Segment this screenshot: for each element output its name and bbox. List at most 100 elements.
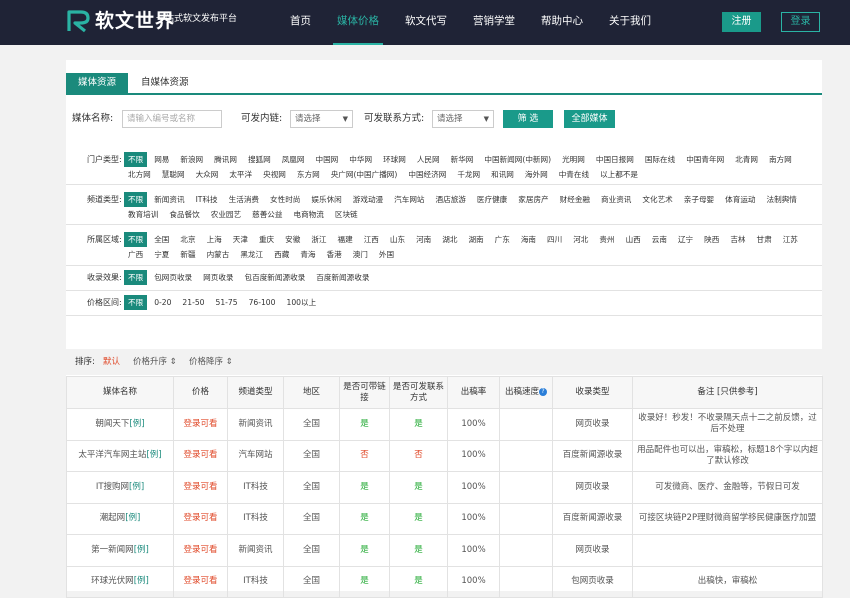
filter-option[interactable]: 包网页收录 xyxy=(150,270,196,285)
filter-option[interactable]: IT科技 xyxy=(192,192,222,207)
filter-option[interactable]: 亲子母婴 xyxy=(680,192,718,207)
filter-option[interactable]: 光明网 xyxy=(558,152,589,167)
login-button[interactable]: 登录 xyxy=(781,12,820,32)
filter-option[interactable]: 慧聪网 xyxy=(158,167,189,182)
filter-option[interactable]: 南方网 xyxy=(765,152,796,167)
filter-option[interactable]: 商业资讯 xyxy=(597,192,635,207)
price-cell[interactable]: 登录可看 xyxy=(173,408,228,441)
filter-option[interactable]: 搜狐网 xyxy=(244,152,275,167)
filter-option[interactable]: 陕西 xyxy=(700,232,723,247)
filter-option[interactable]: 0-20 xyxy=(150,295,175,310)
example-link[interactable]: [例] xyxy=(146,450,161,460)
help-icon[interactable]: ? xyxy=(539,387,547,396)
price-cell[interactable]: 登录可看 xyxy=(173,471,228,504)
table-row[interactable]: 环球光伏网[例] 登录可看 IT科技 全国是是 100% 包网页收录 出稿快，审稿松 xyxy=(66,565,823,598)
media-name-input[interactable]: 请输入编号或名称 xyxy=(122,110,222,128)
filter-option[interactable]: 新华网 xyxy=(447,152,478,167)
filter-option[interactable]: 贵州 xyxy=(595,232,618,247)
link-select[interactable]: 请选择 ▼ xyxy=(290,110,353,128)
price-cell[interactable]: 登录可看 xyxy=(173,534,228,567)
filter-button[interactable]: 筛 选 xyxy=(503,110,553,128)
filter-option[interactable]: 海南 xyxy=(517,232,540,247)
register-button[interactable]: 注册 xyxy=(722,12,761,32)
filter-option[interactable]: 慈善公益 xyxy=(248,207,286,222)
filter-option[interactable]: 黑龙江 xyxy=(236,247,267,262)
filter-option[interactable]: 北京 xyxy=(176,232,199,247)
filter-option[interactable]: 大众网 xyxy=(192,167,223,182)
nav-item[interactable]: 软文代写 xyxy=(401,0,451,45)
sort-default[interactable]: 默认 xyxy=(103,349,120,375)
filter-option[interactable]: 76-100 xyxy=(245,295,280,310)
filter-option[interactable]: 福建 xyxy=(334,232,357,247)
filter-option[interactable]: 网页收录 xyxy=(199,270,237,285)
filter-option[interactable]: 娱乐休闲 xyxy=(307,192,345,207)
all-media-button[interactable]: 全部媒体 xyxy=(564,110,615,128)
filter-option[interactable]: 女性时尚 xyxy=(266,192,304,207)
price-cell[interactable]: 登录可看 xyxy=(173,439,228,472)
filter-option[interactable]: 湖北 xyxy=(438,232,461,247)
filter-option[interactable]: 东方网 xyxy=(293,167,324,182)
filter-option[interactable]: 北方网 xyxy=(124,167,155,182)
filter-option[interactable]: 浙江 xyxy=(307,232,330,247)
filter-option[interactable]: 全国 xyxy=(150,232,173,247)
filter-option[interactable]: 河南 xyxy=(412,232,435,247)
filter-option[interactable]: 中国新闻网(中新网) xyxy=(480,152,555,167)
filter-option[interactable]: 100以上 xyxy=(282,295,320,310)
filter-option[interactable]: 51-75 xyxy=(212,295,242,310)
logo-icon[interactable] xyxy=(66,9,92,33)
filter-option[interactable]: 21-50 xyxy=(178,295,208,310)
filter-option[interactable]: 湖南 xyxy=(464,232,487,247)
nav-item[interactable]: 媒体价格 xyxy=(333,0,383,45)
filter-option[interactable]: 人民网 xyxy=(413,152,444,167)
example-link[interactable]: [例] xyxy=(134,545,149,555)
filter-option[interactable]: 农业园艺 xyxy=(207,207,245,222)
sort-price-asc[interactable]: 价格升序 ⇕ xyxy=(133,349,177,375)
filter-option[interactable]: 和讯网 xyxy=(487,167,518,182)
tab-media-resources[interactable]: 媒体资源 xyxy=(66,73,129,93)
filter-option[interactable]: 酒店旅游 xyxy=(432,192,470,207)
filter-option[interactable]: 不限 xyxy=(124,232,148,247)
media-name[interactable]: 太平洋汽车网主站 xyxy=(78,450,146,460)
filter-option[interactable]: 央广网(中国广播网) xyxy=(327,167,402,182)
filter-option[interactable]: 山西 xyxy=(622,232,645,247)
filter-option[interactable]: 区块链 xyxy=(331,207,362,222)
filter-option[interactable]: 西藏 xyxy=(270,247,293,262)
filter-option[interactable]: 宁夏 xyxy=(150,247,173,262)
filter-option[interactable]: 太平洋 xyxy=(225,167,256,182)
filter-option[interactable]: 游戏动漫 xyxy=(349,192,387,207)
table-row[interactable]: 太平洋汽车网主站[例] 登录可看 汽车网站 全国否否 100% 百度新闻源收录 用品配件也可… xyxy=(66,439,823,472)
nav-item[interactable]: 关于我们 xyxy=(605,0,655,45)
filter-option[interactable]: 千龙网 xyxy=(453,167,484,182)
filter-option[interactable]: 不限 xyxy=(124,192,148,207)
filter-option[interactable]: 青海 xyxy=(296,247,319,262)
filter-option[interactable]: 汽车网站 xyxy=(390,192,428,207)
filter-option[interactable]: 外国 xyxy=(375,247,398,262)
filter-option[interactable]: 新浪网 xyxy=(176,152,207,167)
filter-option[interactable]: 包百度新闻源收录 xyxy=(241,270,310,285)
filter-option[interactable]: 以上都不是 xyxy=(596,167,642,182)
filter-option[interactable]: 澳门 xyxy=(349,247,372,262)
filter-option[interactable]: 中华网 xyxy=(345,152,376,167)
filter-option[interactable]: 文化艺术 xyxy=(638,192,676,207)
filter-option[interactable]: 凤凰网 xyxy=(278,152,309,167)
filter-option[interactable]: 辽宁 xyxy=(674,232,697,247)
filter-option[interactable]: 食品餐饮 xyxy=(165,207,203,222)
filter-option[interactable]: 北青网 xyxy=(731,152,762,167)
filter-option[interactable]: 体育运动 xyxy=(721,192,759,207)
filter-option[interactable]: 中国网 xyxy=(312,152,343,167)
filter-option[interactable]: 广西 xyxy=(124,247,147,262)
filter-option[interactable]: 上海 xyxy=(203,232,226,247)
filter-option[interactable]: 环球网 xyxy=(379,152,410,167)
filter-option[interactable]: 四川 xyxy=(543,232,566,247)
filter-option[interactable]: 安徽 xyxy=(281,232,304,247)
example-link[interactable]: [例] xyxy=(125,513,140,523)
media-name[interactable]: 潮起网 xyxy=(100,513,126,523)
filter-option[interactable]: 重庆 xyxy=(255,232,278,247)
filter-option[interactable]: 河北 xyxy=(569,232,592,247)
filter-option[interactable]: 中青在线 xyxy=(555,167,593,182)
filter-option[interactable]: 不限 xyxy=(124,270,148,285)
filter-option[interactable]: 甘肃 xyxy=(753,232,776,247)
example-link[interactable]: [例] xyxy=(129,419,144,429)
table-row[interactable]: 第一新闻网[例] 登录可看 新闻资讯 全国是是 100% 网页收录 xyxy=(66,534,823,567)
filter-option[interactable]: 财经金融 xyxy=(556,192,594,207)
